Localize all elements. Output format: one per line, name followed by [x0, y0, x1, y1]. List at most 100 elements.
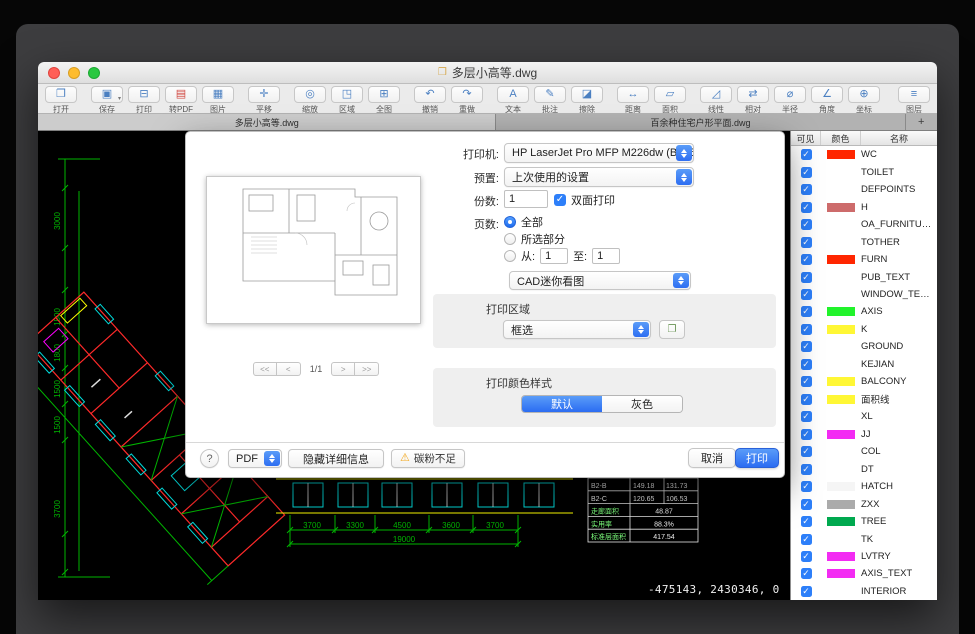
toolbar-button-area[interactable]: ▱面积 — [652, 86, 688, 115]
layer-color-swatch[interactable] — [827, 273, 855, 282]
printer-select[interactable]: HP LaserJet Pro MFP M226dw (BF2574) — [504, 143, 694, 163]
layer-name[interactable]: JJ — [861, 429, 937, 440]
toolbar-button-region[interactable]: ◳区域 — [329, 86, 365, 115]
two-sided-checkbox[interactable]: ✓ — [554, 194, 566, 206]
pages-range-option[interactable]: 从: 至: — [504, 248, 620, 264]
minimize-window-button[interactable] — [68, 67, 80, 79]
layer-color-swatch[interactable] — [827, 342, 855, 351]
first-page-button[interactable]: << — [253, 362, 277, 376]
layer-name[interactable]: LVTRY — [861, 551, 937, 562]
layer-color-swatch[interactable] — [827, 535, 855, 544]
cancel-button[interactable]: 取消 — [688, 448, 736, 468]
toolbar-button-radius[interactable]: ⌀半径 — [772, 86, 808, 115]
page-from-input[interactable] — [540, 248, 568, 264]
layer-name[interactable]: INTERIOR — [861, 586, 937, 597]
previous-page-button[interactable]: < — [277, 362, 301, 376]
layer-color-swatch[interactable] — [827, 255, 855, 264]
layer-visible-checkbox[interactable]: ✓ — [801, 237, 812, 248]
tab-active-drawing[interactable]: 多层小高等.dwg — [38, 114, 496, 130]
print-button[interactable]: 打印 — [735, 448, 779, 468]
layer-name[interactable]: FURN — [861, 254, 937, 265]
toolbar-button-image[interactable]: ▦图片 — [200, 86, 236, 115]
zoom-window-button[interactable] — [88, 67, 100, 79]
layer-name[interactable]: TOTHER — [861, 237, 937, 248]
close-window-button[interactable] — [48, 67, 60, 79]
toolbar-button-save[interactable]: ▣▾保存 — [89, 86, 125, 115]
layer-color-swatch[interactable] — [827, 150, 855, 159]
layer-visible-checkbox[interactable]: ✓ — [801, 202, 812, 213]
toner-warning[interactable]: ⚠ 碳粉不足 — [391, 449, 465, 468]
layer-name[interactable]: DEFPOINTS — [861, 184, 937, 195]
layer-color-swatch[interactable] — [827, 465, 855, 474]
toolbar-button-open[interactable]: ❐打开 — [43, 86, 79, 115]
toolbar-button-to-pdf[interactable]: ▤转PDF — [163, 86, 199, 115]
layer-name[interactable]: AXIS — [861, 306, 937, 317]
help-button[interactable]: ? — [200, 449, 219, 468]
layer-name[interactable]: ZXX — [861, 499, 937, 510]
layer-name[interactable]: H — [861, 202, 937, 213]
pages-all-radio[interactable] — [504, 216, 516, 228]
color-default-segment[interactable]: 默认 — [522, 396, 602, 412]
two-sided-option[interactable]: ✓ 双面打印 — [554, 192, 615, 208]
layer-color-swatch[interactable] — [827, 307, 855, 316]
layer-color-swatch[interactable] — [827, 569, 855, 578]
layer-visible-checkbox[interactable]: ✓ — [801, 499, 812, 510]
layer-visible-checkbox[interactable]: ✓ — [801, 306, 812, 317]
layer-name[interactable]: TOILET — [861, 167, 937, 178]
toolbar-button-linear[interactable]: ◿线性 — [698, 86, 734, 115]
layer-visible-checkbox[interactable]: ✓ — [801, 376, 812, 387]
layer-name[interactable]: XL — [861, 411, 937, 422]
layer-visible-checkbox[interactable]: ✓ — [801, 411, 812, 422]
layer-name[interactable]: BALCONY — [861, 376, 937, 387]
layer-color-swatch[interactable] — [827, 238, 855, 247]
layer-visible-checkbox[interactable]: ✓ — [801, 429, 812, 440]
layer-color-swatch[interactable] — [827, 220, 855, 229]
tab-inactive-drawing[interactable]: 百余种住宅户形平面.dwg — [496, 114, 905, 130]
pages-selection-option[interactable]: 所选部分 — [504, 231, 565, 247]
layer-color-swatch[interactable] — [827, 587, 855, 596]
layer-color-swatch[interactable] — [827, 430, 855, 439]
layer-name[interactable]: COL — [861, 446, 937, 457]
layer-color-swatch[interactable] — [827, 482, 855, 491]
layer-visible-checkbox[interactable]: ✓ — [801, 568, 812, 579]
toolbar-button-pan[interactable]: ✛平移 — [246, 86, 282, 115]
layer-name[interactable]: HATCH — [861, 481, 937, 492]
layer-visible-checkbox[interactable]: ✓ — [801, 324, 812, 335]
layer-visible-checkbox[interactable]: ✓ — [801, 394, 812, 405]
layer-visible-checkbox[interactable]: ✓ — [801, 586, 812, 597]
layer-visible-checkbox[interactable]: ✓ — [801, 341, 812, 352]
layer-name[interactable]: WINDOW_TE… — [861, 289, 937, 300]
layer-visible-checkbox[interactable]: ✓ — [801, 184, 812, 195]
pdf-menu-button[interactable]: PDF — [228, 449, 282, 468]
layer-color-swatch[interactable] — [827, 517, 855, 526]
layer-visible-checkbox[interactable]: ✓ — [801, 551, 812, 562]
layer-color-swatch[interactable] — [827, 325, 855, 334]
layer-color-swatch[interactable] — [827, 203, 855, 212]
layer-visible-checkbox[interactable]: ✓ — [801, 446, 812, 457]
layer-color-swatch[interactable] — [827, 395, 855, 404]
layer-name[interactable]: TK — [861, 534, 937, 545]
presets-select[interactable]: 上次使用的设置 — [504, 167, 694, 187]
toolbar-button-redo[interactable]: ↷重做 — [449, 86, 485, 115]
toolbar-button-layers[interactable]: ≡图层 — [896, 86, 932, 115]
layer-visible-checkbox[interactable]: ✓ — [801, 167, 812, 178]
next-page-button[interactable]: > — [331, 362, 355, 376]
layer-name[interactable]: GROUND — [861, 341, 937, 352]
pick-region-button[interactable]: ❐ — [659, 320, 685, 339]
color-gray-segment[interactable]: 灰色 — [602, 396, 682, 412]
pages-selection-radio[interactable] — [504, 233, 516, 245]
layer-visible-checkbox[interactable]: ✓ — [801, 289, 812, 300]
layer-visible-checkbox[interactable]: ✓ — [801, 149, 812, 160]
toolbar-button-full-view[interactable]: ⊞全图 — [366, 86, 402, 115]
layer-visible-checkbox[interactable]: ✓ — [801, 516, 812, 527]
toolbar-button-zoom[interactable]: ◎缩放 — [292, 86, 328, 115]
layer-visible-checkbox[interactable]: ✓ — [801, 254, 812, 265]
add-tab-button[interactable]: + — [906, 114, 937, 130]
layer-visible-checkbox[interactable]: ✓ — [801, 219, 812, 230]
toolbar-button-coordinate[interactable]: ⊕坐标 — [846, 86, 882, 115]
layer-visible-checkbox[interactable]: ✓ — [801, 359, 812, 370]
title-bar[interactable]: ❒ 多层小高等.dwg — [38, 62, 937, 84]
layer-visible-checkbox[interactable]: ✓ — [801, 534, 812, 545]
layer-name[interactable]: 面积线 — [861, 392, 937, 406]
layer-name[interactable]: TREE — [861, 516, 937, 527]
